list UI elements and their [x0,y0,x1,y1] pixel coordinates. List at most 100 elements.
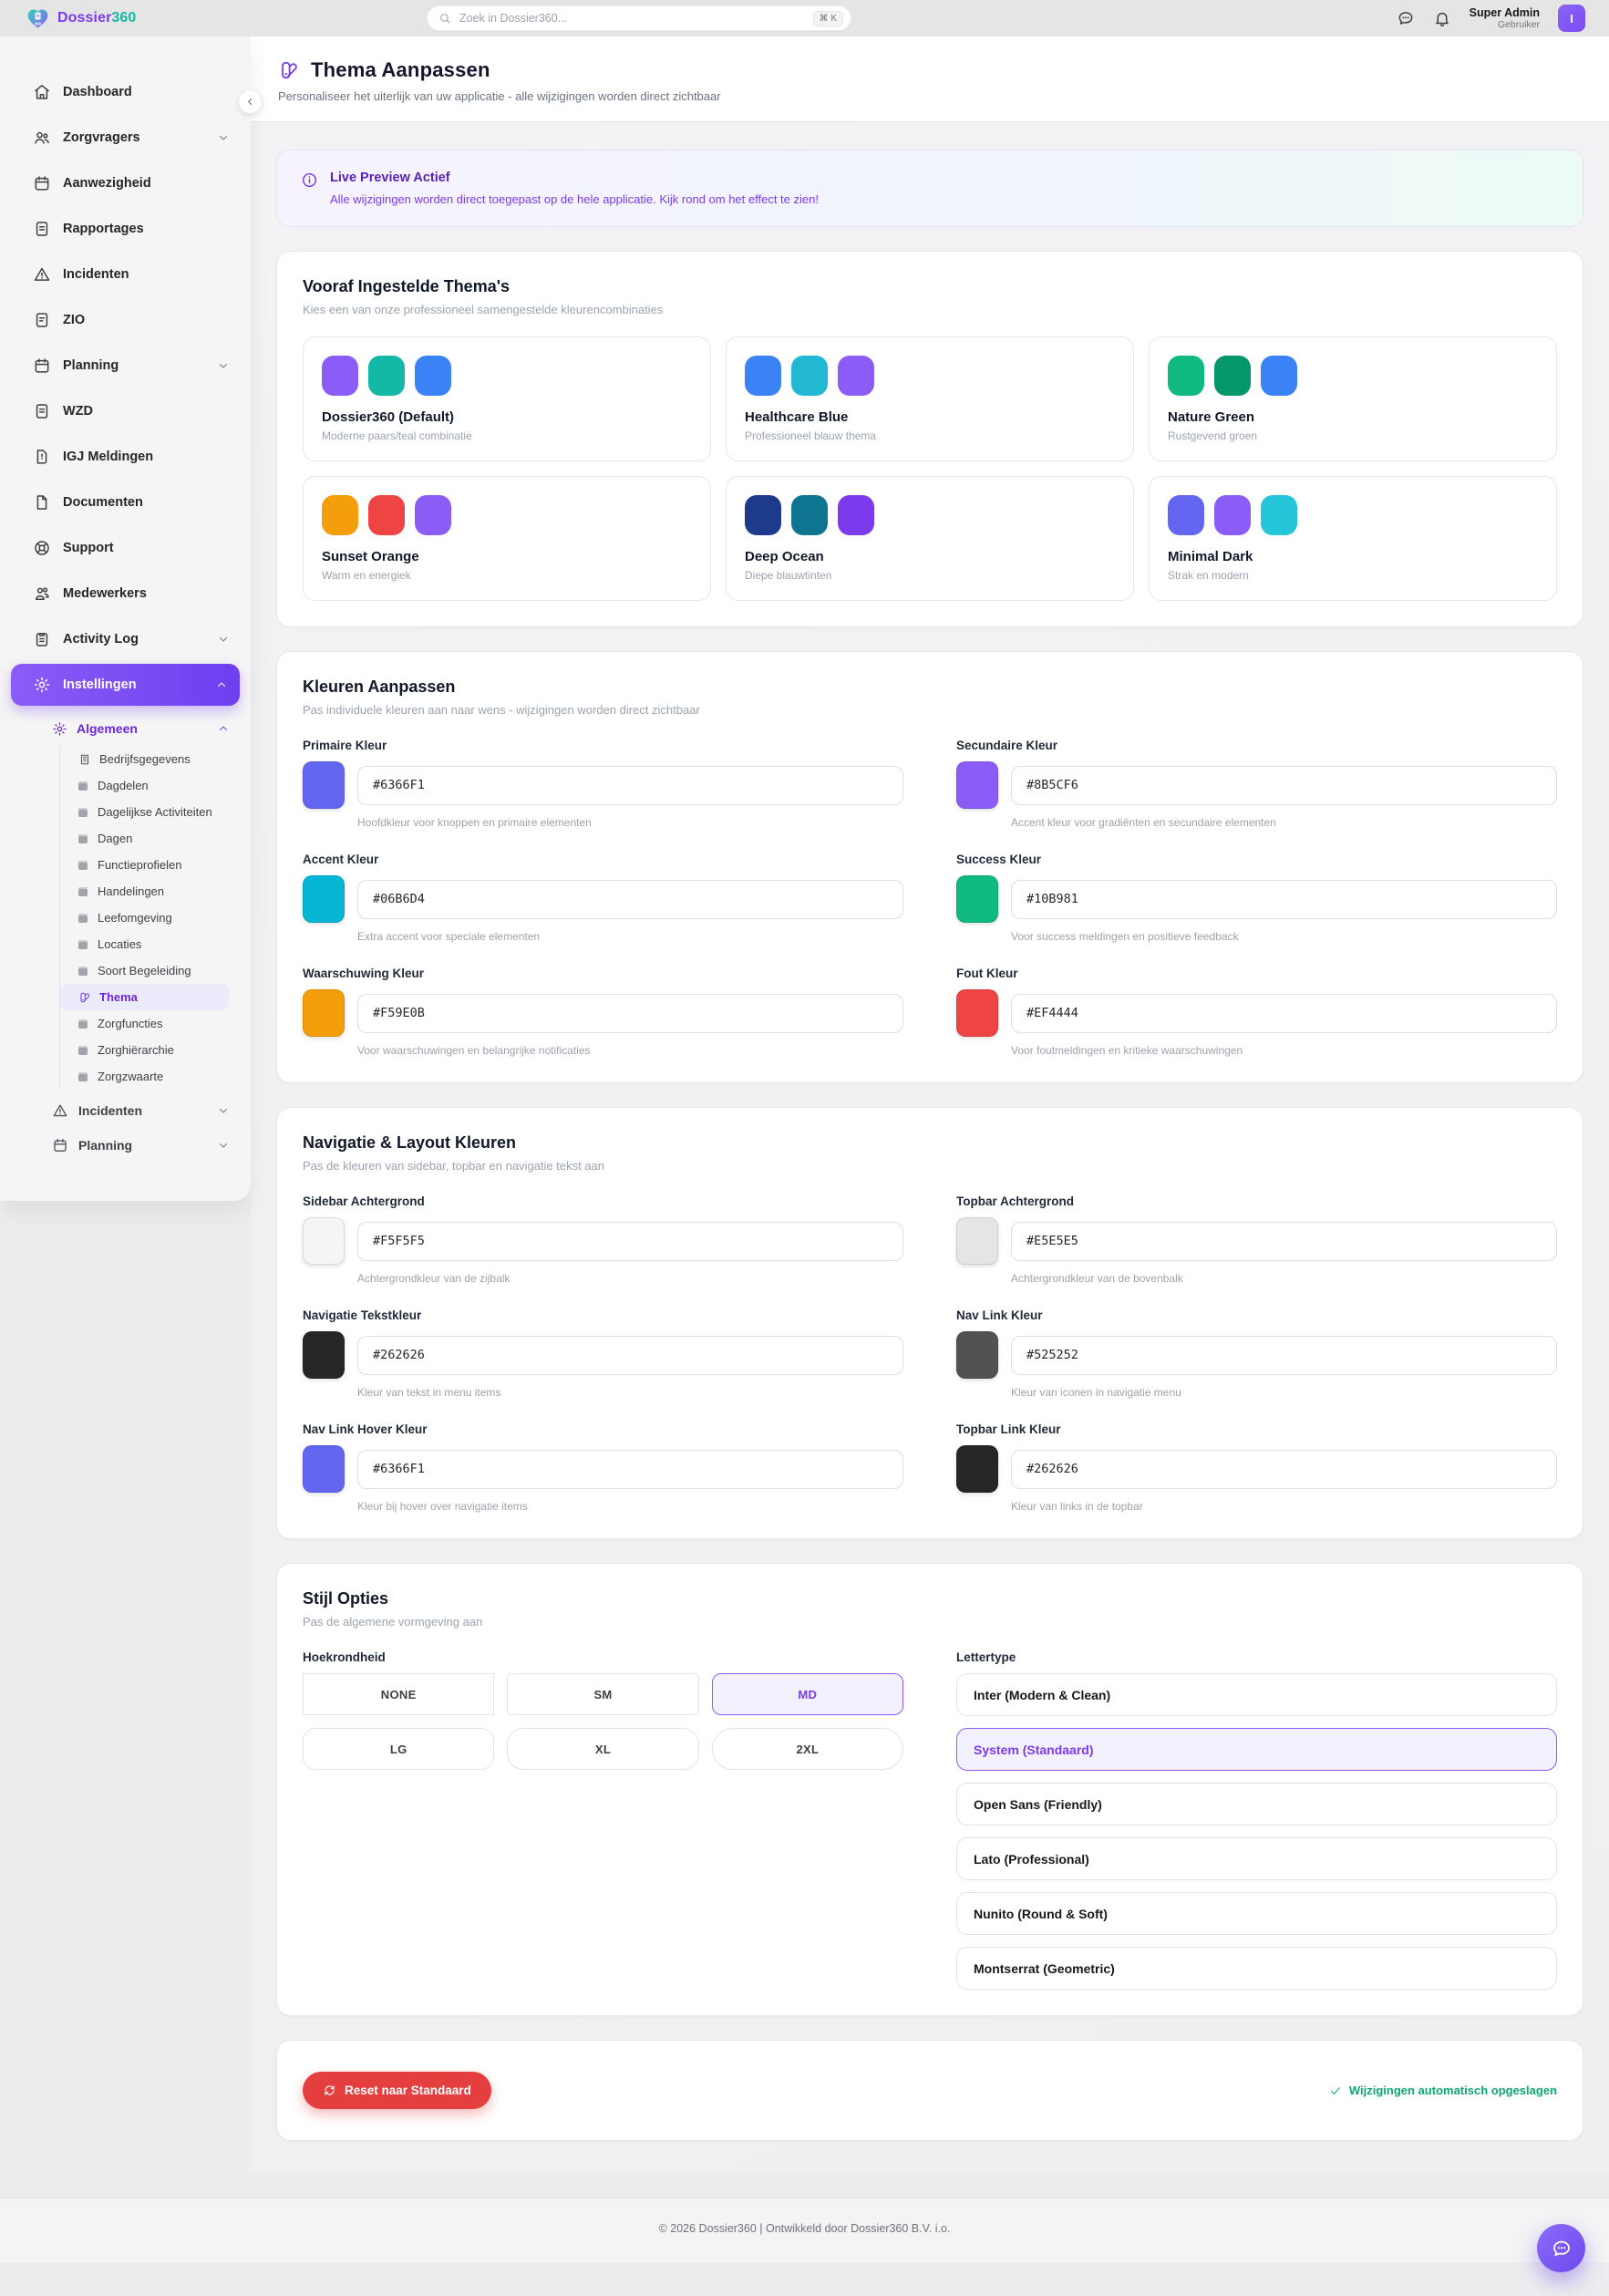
radius-option-xl[interactable]: XL [507,1728,698,1770]
sidebar-item-zorgvragers[interactable]: Zorgvragers [0,115,251,160]
square-bullet-icon [78,887,88,896]
submenu-item-zorgzwaarte[interactable]: Zorgzwaarte [60,1063,229,1090]
color-hex-input[interactable] [1011,880,1557,919]
sidebar-item-rapportages[interactable]: Rapportages [0,206,251,252]
sidebar-collapse-button[interactable] [238,89,263,114]
radius-option-lg[interactable]: LG [303,1728,494,1770]
color-hex-input[interactable] [1011,1222,1557,1261]
color-picker-swatch[interactable] [303,1445,345,1493]
submenu-group-incidenten[interactable]: Incidenten [36,1093,229,1128]
preset-minimal-dark[interactable]: Minimal Dark Strak en modern [1149,476,1557,601]
sidebar-item-dashboard[interactable]: Dashboard [0,69,251,115]
color-swatch [1261,356,1297,396]
sidebar-item-aanwezigheid[interactable]: Aanwezigheid [0,160,251,206]
submenu-item-zorghierarchie[interactable]: Zorghiërarchie [60,1037,229,1063]
search-icon [438,12,451,25]
color-hex-input[interactable] [357,1450,903,1489]
section-title: Kleuren Aanpassen [303,677,1557,697]
submenu-item-dagelijkse-activiteiten[interactable]: Dagelijkse Activiteiten [60,799,229,825]
radius-option-md[interactable]: MD [712,1673,903,1715]
color-swatch [1214,356,1251,396]
field-navigatie-tekstkleur: Navigatie Tekstkleur Kleur van tekst in … [303,1308,903,1399]
colors-card: Kleuren Aanpassen Pas individuele kleure… [276,651,1583,1083]
color-hex-input[interactable] [1011,1336,1557,1375]
color-hex-input[interactable] [1011,994,1557,1033]
preset-deep-ocean[interactable]: Deep Ocean Diepe blauwtinten [726,476,1134,601]
sidebar-item-igj-meldingen[interactable]: IGJ Meldingen [0,434,251,480]
sidebar-item-instellingen[interactable]: Instellingen [11,664,240,706]
color-hex-input[interactable] [1011,766,1557,805]
font-option-inter[interactable]: Inter (Modern & Clean) [956,1673,1557,1716]
radius-option-2xl[interactable]: 2XL [712,1728,903,1770]
submenu-item-handelingen[interactable]: Handelingen [60,878,229,905]
submenu-item-soort-begeleiding[interactable]: Soort Begeleiding [60,957,229,984]
search-shortcut-badge: ⌘ K [813,11,843,26]
submenu-group-algemeen[interactable]: Algemeen [52,713,229,744]
presets-card: Vooraf Ingestelde Thema's Kies een van o… [276,251,1583,627]
color-picker-swatch[interactable] [303,1331,345,1379]
color-hex-input[interactable] [357,1222,903,1261]
color-picker-swatch[interactable] [303,1217,345,1265]
radius-option-sm[interactable]: SM [507,1673,698,1715]
color-hex-input[interactable] [357,1336,903,1375]
color-hex-input[interactable] [357,880,903,919]
sidebar-item-medewerkers[interactable]: Medewerkers [0,571,251,616]
submenu-item-thema[interactable]: Thema [60,984,229,1010]
preset-healthcare-blue[interactable]: Healthcare Blue Professioneel blauw them… [726,336,1134,461]
submenu-item-functieprofielen[interactable]: Functieprofielen [60,852,229,878]
sidebar-item-incidenten[interactable]: Incidenten [0,252,251,297]
submenu-item-dagen[interactable]: Dagen [60,825,229,852]
chat-fab-button[interactable] [1537,2224,1585,2272]
color-swatch [1168,356,1204,396]
palette-icon [278,59,300,81]
color-hex-input[interactable] [357,994,903,1033]
font-option-nunito[interactable]: Nunito (Round & Soft) [956,1892,1557,1935]
sidebar-item-planning[interactable]: Planning [0,343,251,388]
submenu-item-bedrijfsgegevens[interactable]: Bedrijfsgegevens [60,746,229,772]
section-subtitle: Pas de kleuren van sidebar, topbar en na… [303,1159,1557,1173]
sidebar-item-support[interactable]: Support [0,525,251,571]
brand-name: Dossier360 [57,10,136,26]
font-option-lato[interactable]: Lato (Professional) [956,1837,1557,1880]
submenu-group-planning[interactable]: Planning [36,1128,229,1163]
square-bullet-icon [78,781,88,791]
avatar[interactable]: I [1558,5,1585,32]
radius-option-none[interactable]: NONE [303,1673,494,1715]
color-picker-swatch[interactable] [956,761,998,809]
reset-button[interactable]: Reset naar Standaard [303,2072,491,2109]
submenu-item-locaties[interactable]: Locaties [60,931,229,957]
color-picker-swatch[interactable] [303,761,345,809]
section-title: Stijl Opties [303,1589,1557,1608]
search-input[interactable] [459,12,813,25]
color-picker-swatch[interactable] [956,1217,998,1265]
color-picker-swatch[interactable] [956,989,998,1037]
sidebar-item-wzd[interactable]: WZD [0,388,251,434]
color-picker-swatch[interactable] [956,875,998,923]
topbar: 360 Dossier360 ⌘ K Super Admin Gebruiker… [0,0,1609,36]
color-hex-input[interactable] [1011,1450,1557,1489]
notifications-bell-icon[interactable] [1433,9,1451,27]
sidebar-item-zio[interactable]: ZIO [0,297,251,343]
submenu-item-dagdelen[interactable]: Dagdelen [60,772,229,799]
color-picker-swatch[interactable] [956,1331,998,1379]
font-option-system[interactable]: System (Standaard) [956,1728,1557,1771]
font-option-montserrat[interactable]: Montserrat (Geometric) [956,1947,1557,1990]
global-search[interactable]: ⌘ K [427,5,851,31]
preset-sunset-orange[interactable]: Sunset Orange Warm en energiek [303,476,711,601]
sidebar-item-documenten[interactable]: Documenten [0,480,251,525]
color-picker-swatch[interactable] [303,875,345,923]
square-bullet-icon [78,914,88,923]
preset-dossier360-default[interactable]: Dossier360 (Default) Moderne paars/teal … [303,336,711,461]
preset-nature-green[interactable]: Nature Green Rustgevend groen [1149,336,1557,461]
font-option-open-sans[interactable]: Open Sans (Friendly) [956,1783,1557,1825]
section-title: Vooraf Ingestelde Thema's [303,277,1557,296]
chat-icon[interactable] [1397,9,1415,27]
brand-logo[interactable]: 360 Dossier360 [26,7,136,30]
color-picker-swatch[interactable] [303,989,345,1037]
square-bullet-icon [78,834,88,843]
sidebar-item-activity-log[interactable]: Activity Log [0,616,251,662]
submenu-item-leefomgeving[interactable]: Leefomgeving [60,905,229,931]
color-picker-swatch[interactable] [956,1445,998,1493]
color-hex-input[interactable] [357,766,903,805]
submenu-item-zorgfuncties[interactable]: Zorgfuncties [60,1010,229,1037]
